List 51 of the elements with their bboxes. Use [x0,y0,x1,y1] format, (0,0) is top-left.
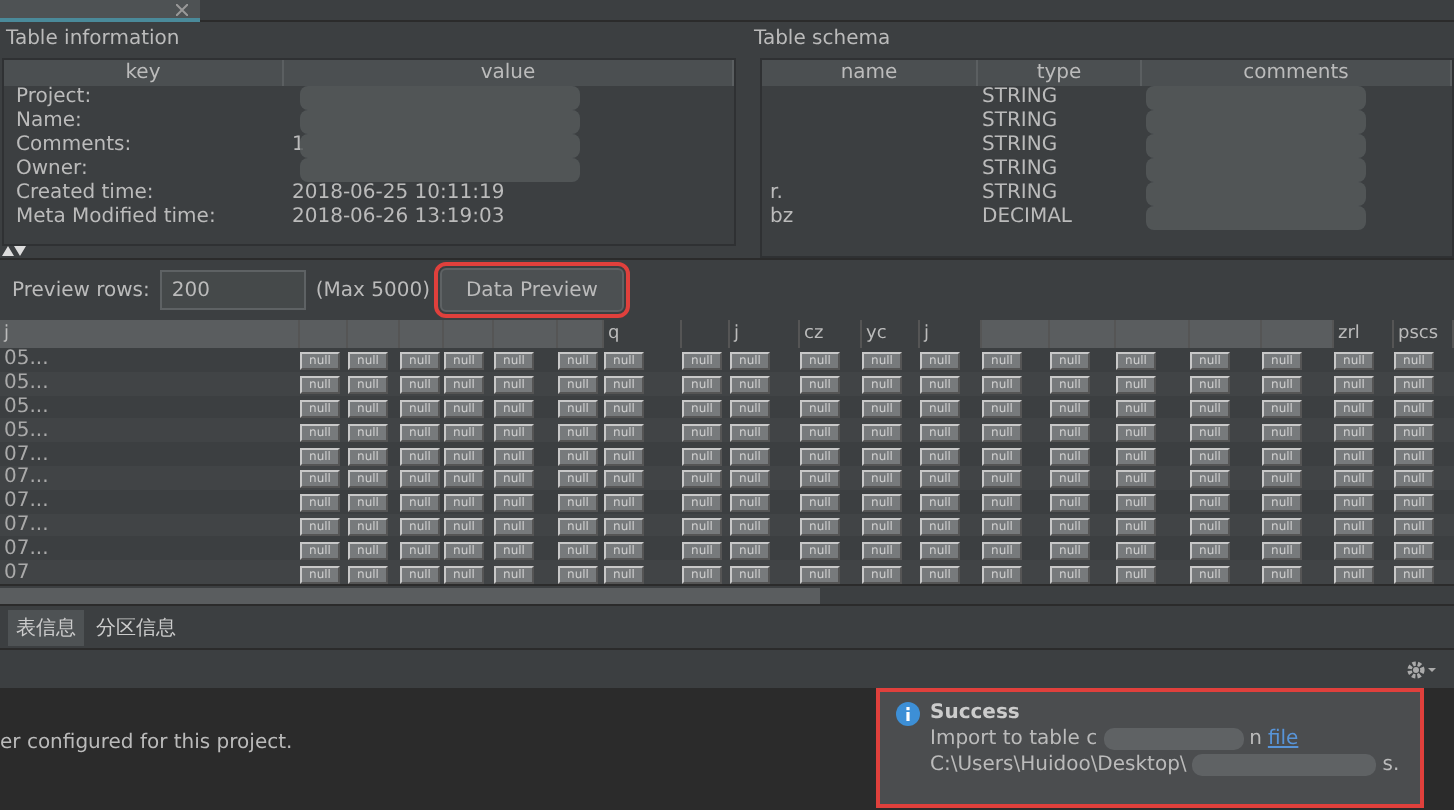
table-cell-text: Name: [14,110,84,134]
preview-rows-field[interactable]: 200 [159,270,306,310]
table-cell-text: Project: [14,86,94,110]
table-cell-text: 07... [2,490,51,513]
table-cell-text: 07... [2,537,51,560]
field-label: Preview rows: [12,279,150,301]
file-link[interactable]: file [1267,728,1299,750]
table-cell-text: STRING [980,158,1060,182]
table-cell-text: 07... [2,513,51,536]
table-cell-text: Owner: [14,158,90,182]
table-cell-text: 2018-06-26 13:19:03 [290,206,507,230]
notification-text: n [1249,728,1262,750]
file-path: C:\Users\Huidoo\Desktop\ [930,754,1187,776]
table-cell-text: 05... [2,372,51,395]
table-cell-text: 07... [2,443,51,466]
settings-icon[interactable] [1406,659,1438,679]
table-cell-text: r. [768,182,785,206]
column-header: key [4,60,284,86]
table-cell-text: Meta Modified time: [14,206,218,230]
table-cell-text: Created time: [14,182,156,206]
table-cell-text: Comments: [14,134,134,158]
table-cell-text: 05... [2,419,51,442]
table-cell-text: DECIMAL [980,206,1074,230]
notification-title: Success [930,702,1022,724]
panel-title: Table information [4,26,182,54]
panel-title: Table schema [752,26,893,54]
table-cell-text: 05... [2,395,51,418]
table-cell-text: 2018-06-25 10:11:19 [290,182,507,206]
scrollbar-thumb[interactable] [0,588,820,604]
data-preview-button[interactable]: Data Preview [439,268,624,312]
table-cell-text: STRING [980,86,1060,110]
table-cell-text: STRING [980,134,1060,158]
console-line: er configured for this project. [0,732,293,754]
table-cell-text: 07... [2,466,51,489]
table-cell-text: STRING [980,182,1060,206]
editor-tab[interactable] [0,0,200,22]
table-cell: 1 [284,134,734,158]
table-cell-text: bz [768,206,796,230]
notification-text: Import to table c [930,728,1098,750]
column-header: j [0,320,300,348]
table-cell-text: 05... [2,348,51,371]
tab[interactable]: 分区信息 [88,610,184,646]
table-cell-text: STRING [980,110,1060,134]
info-icon [896,702,920,726]
tab[interactable]: 表信息 [8,610,84,646]
close-icon[interactable] [176,3,188,15]
table-cell-text: 07 [2,561,32,584]
hint-text: (Max 5000) [315,279,430,301]
column-header: type [978,60,1142,86]
column-header: name [762,60,978,86]
notification-text: s. [1382,754,1400,776]
